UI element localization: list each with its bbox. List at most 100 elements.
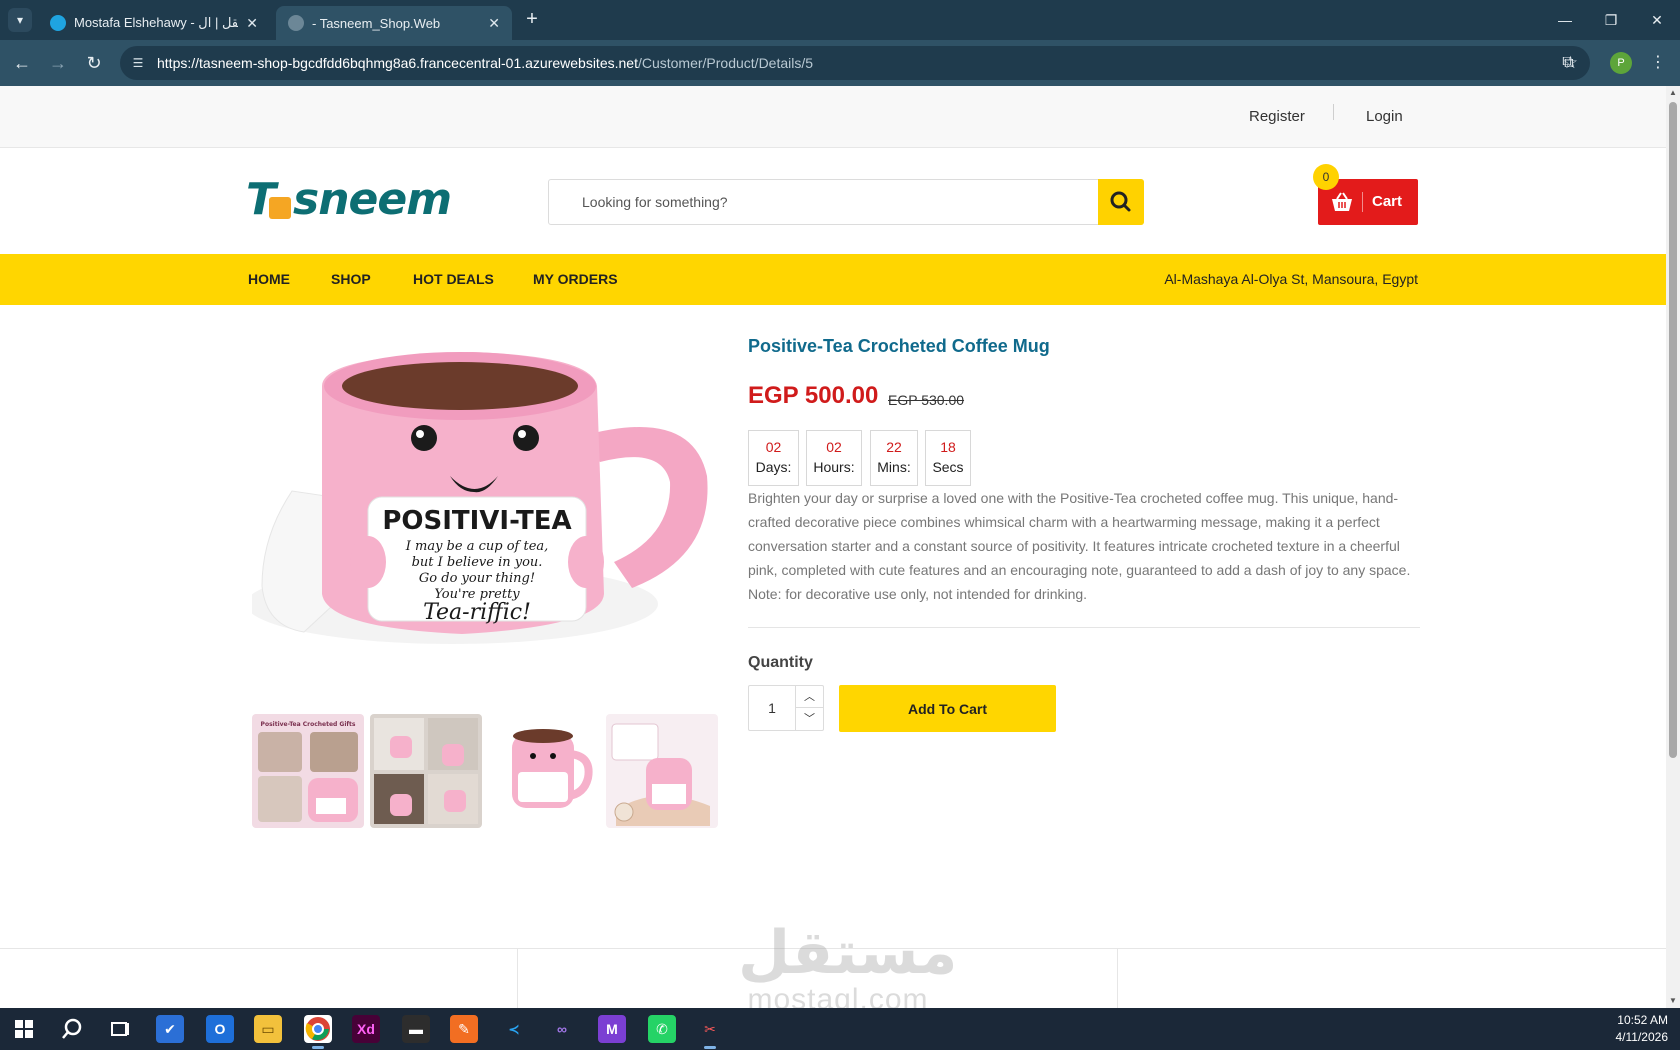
windows-start-icon[interactable] <box>10 1015 38 1043</box>
windows-taskbar: ✔ O ▭ Xd ▬ ✎ ≺ ∞ M ✆ ✂ 10:52 AM 4/11/202… <box>0 1008 1680 1050</box>
thumbnail-2[interactable] <box>370 714 482 828</box>
card-line: Go do your thing! <box>419 571 535 586</box>
globe-favicon-icon <box>288 15 304 31</box>
close-tab-icon[interactable]: ✕ <box>488 15 500 32</box>
card-line: Tea-riffic! <box>423 600 531 625</box>
minimize-button[interactable]: — <box>1542 6 1588 34</box>
reload-button[interactable]: ↻ <box>80 49 108 77</box>
vscode-icon[interactable]: ≺ <box>500 1015 528 1043</box>
decrement-chevron-down-icon[interactable]: ﹀ <box>795 708 823 730</box>
product-title: Positive-Tea Crocheted Coffee Mug <box>748 336 1050 356</box>
profile-avatar[interactable]: P <box>1610 52 1632 74</box>
watermark-arabic: مستقل <box>738 919 958 986</box>
product-price: EGP 500.00 <box>748 382 879 409</box>
chrome-icon[interactable] <box>304 1015 332 1049</box>
page-scrollbar[interactable]: ▲ ▼ <box>1666 86 1680 1008</box>
restore-button[interactable]: ❐ <box>1588 6 1634 34</box>
extensions-puzzle-icon[interactable]: ⧉ <box>1554 49 1582 77</box>
search-button[interactable] <box>1098 179 1144 225</box>
back-button[interactable]: ← <box>8 49 36 77</box>
card-heading: POSITIVI-TEA <box>382 506 571 536</box>
login-link[interactable]: Login <box>1366 108 1403 125</box>
add-to-cart-button[interactable]: Add To Cart <box>839 685 1056 732</box>
tab-mostaql[interactable]: Mostafa Elshehawy - مستقل | ال ✕ <box>38 6 270 40</box>
watermark-latin: mostaql.com <box>747 983 929 1009</box>
thumb-caption: Positive-Tea Crocheted Gifts <box>261 721 356 728</box>
page-viewport: Register Login Tsneem Looking for someth… <box>0 86 1666 1008</box>
card-line: but I believe in you. <box>412 555 543 570</box>
file-explorer-icon[interactable]: ▭ <box>254 1015 282 1043</box>
countdown-unit: Mins: <box>877 459 911 475</box>
quantity-stepper: ︿ ﹀ <box>748 685 824 731</box>
card-line: I may be a cup of tea, <box>405 539 549 554</box>
scrollbar-thumb[interactable] <box>1669 102 1677 758</box>
countdown-unit: Hours: <box>813 459 855 475</box>
search-input[interactable] <box>550 181 1102 223</box>
snipping-tool-icon[interactable]: ✂ <box>696 1015 724 1049</box>
tab-tasneem-shop[interactable]: - Tasneem_Shop.Web ✕ <box>276 6 512 40</box>
close-tab-icon[interactable]: ✕ <box>246 15 258 32</box>
countdown-unit: Secs <box>932 459 964 475</box>
forward-button[interactable]: → <box>44 49 72 77</box>
countdown-mins: 22 Mins: <box>870 430 918 486</box>
thumbnail-3[interactable] <box>488 714 600 828</box>
thumbnail-1[interactable]: Positive-Tea Crocheted Gifts <box>252 714 364 828</box>
product-description: Brighten your day or surprise a loved on… <box>748 490 1411 602</box>
site-info-icon[interactable]: ☰ <box>130 55 146 71</box>
adobe-xd-icon[interactable]: Xd <box>352 1015 380 1043</box>
countdown-value: 22 <box>886 439 902 455</box>
nav-hot-deals[interactable]: HOT DEALS <box>413 271 494 287</box>
countdown-value: 02 <box>826 439 842 455</box>
nav-my-orders[interactable]: MY ORDERS <box>533 271 618 287</box>
tab-title: Mostafa Elshehawy - مستقل | ال <box>74 15 239 30</box>
store-address: Al-Mashaya Al-Olya St, Mansoura, Egypt <box>1164 271 1418 287</box>
quantity-input[interactable] <box>749 686 795 730</box>
scroll-up-arrow-icon[interactable]: ▲ <box>1666 86 1680 100</box>
search-icon[interactable] <box>58 1015 86 1043</box>
countdown-days: 02 Days: <box>748 430 799 486</box>
mostaql-favicon-icon <box>50 15 66 31</box>
register-link[interactable]: Register <box>1249 108 1305 125</box>
new-tab-button[interactable]: + <box>520 8 544 32</box>
clock-time: 10:52 AM <box>1617 1013 1668 1027</box>
scroll-down-arrow-icon[interactable]: ▼ <box>1666 994 1680 1008</box>
site-header: Tsneem Cart <box>0 148 1666 254</box>
search-box <box>548 179 1144 225</box>
url-path: /Customer/Product/Details/5 <box>637 55 814 71</box>
terminal-icon[interactable]: ▬ <box>402 1015 430 1043</box>
product-old-price: EGP 530.00 <box>888 392 965 408</box>
nav-shop[interactable]: SHOP <box>331 271 371 287</box>
search-icon <box>1110 191 1131 212</box>
countdown-value: 02 <box>765 439 782 455</box>
close-window-button[interactable]: ✕ <box>1634 6 1680 34</box>
countdown-unit: Days: <box>755 459 792 475</box>
main-nav: HOME SHOP HOT DEALS MY ORDERS Al-Mashaya… <box>0 254 1666 305</box>
thumbnail-4[interactable] <box>606 714 718 828</box>
divider <box>1117 949 1118 1008</box>
divider <box>1362 192 1363 212</box>
quantity-label: Quantity <box>748 654 813 671</box>
increment-chevron-up-icon[interactable]: ︿ <box>795 686 823 708</box>
address-bar[interactable]: ☰ https://tasneem-shop-bgcdfdd6bqhmg8a6.… <box>120 46 1590 80</box>
clock-date: 4/11/2026 <box>1615 1030 1669 1044</box>
whatsapp-icon[interactable]: ✆ <box>648 1015 676 1043</box>
tasneem-logo[interactable]: Tsneem <box>246 176 452 224</box>
tab-search-button[interactable]: ▾ <box>8 8 32 32</box>
visual-studio-icon[interactable]: ∞ <box>548 1015 576 1043</box>
system-clock[interactable]: 10:52 AM 4/11/2026 <box>1616 1012 1669 1046</box>
divider <box>1333 104 1334 120</box>
task-view-icon[interactable] <box>106 1015 134 1043</box>
basket-icon <box>1332 192 1352 211</box>
todo-app-icon[interactable]: ✔ <box>156 1015 184 1043</box>
nav-home[interactable]: HOME <box>248 271 290 287</box>
postman-icon[interactable]: ✎ <box>450 1015 478 1043</box>
url-text[interactable]: https://tasneem-shop-bgcdfdd6bqhmg8a6.fr… <box>157 55 813 71</box>
product-main-image: POSITIVI-TEA I may be a cup of tea, but … <box>252 326 718 738</box>
outlook-icon[interactable]: O <box>206 1015 234 1043</box>
divider <box>517 949 518 1008</box>
rider-icon[interactable]: M <box>598 1015 626 1043</box>
countdown-value: 18 <box>940 439 956 455</box>
countdown-hours: 02 Hours: <box>806 430 862 486</box>
thumbnail-strip: Positive-Tea Crocheted Gifts <box>252 714 718 828</box>
browser-menu-icon[interactable]: ⋮ <box>1644 49 1672 77</box>
